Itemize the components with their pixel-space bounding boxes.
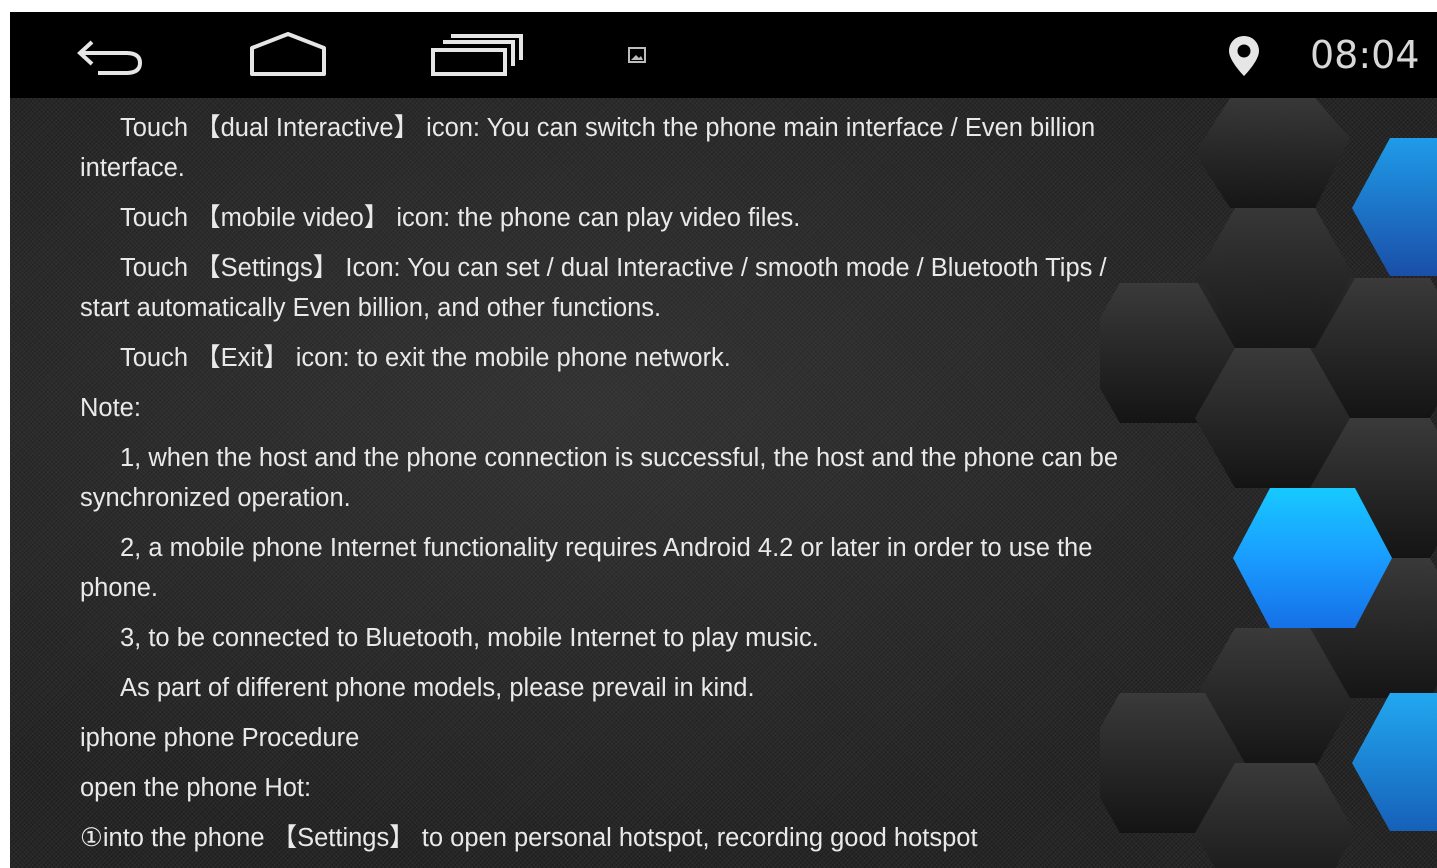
back-icon	[77, 40, 143, 75]
paragraph-dual-interactive: Touch 【dual Interactive】 icon: You can s…	[80, 114, 1096, 182]
iphone-procedure-heading: iphone phone Procedure	[80, 724, 360, 752]
recent-apps-button[interactable]	[418, 26, 528, 84]
navigation-bar: 08:04	[10, 12, 1437, 98]
paragraph-mobile-video: Touch 【mobile video】 icon: the phone can…	[120, 204, 801, 232]
note-disclaimer: As part of different phone models, pleas…	[120, 674, 755, 702]
note-item-2: 2, a mobile phone Internet functionality…	[80, 534, 1093, 602]
screen: 08:04 Touch 【dual Interactive】 icon: You…	[10, 12, 1437, 868]
instructions-text: Touch 【dual Interactive】 icon: You can s…	[80, 108, 1140, 868]
recent-apps-icon	[431, 34, 523, 76]
home-icon	[250, 32, 326, 76]
hexagon-background-decoration	[1100, 98, 1437, 868]
note-heading: Note:	[80, 394, 141, 422]
paragraph-settings: Touch 【Settings】 Icon: You can set / dua…	[80, 254, 1107, 322]
paragraph-exit: Touch 【Exit】 icon: to exit the mobile ph…	[120, 344, 731, 372]
status-time: 08:04	[1310, 33, 1420, 77]
location-icon	[1229, 36, 1259, 76]
note-item-3: 3, to be connected to Bluetooth, mobile …	[120, 624, 819, 652]
home-button[interactable]	[243, 26, 333, 84]
content-area[interactable]: Touch 【dual Interactive】 icon: You can s…	[10, 98, 1437, 868]
image-notification[interactable]	[622, 26, 652, 84]
back-button[interactable]	[65, 26, 155, 84]
open-hotspot-heading: open the phone Hot:	[80, 774, 312, 802]
hotspot-step-1: ①into the phone 【Settings】 to open perso…	[80, 824, 978, 852]
note-item-1: 1, when the host and the phone connectio…	[80, 444, 1119, 512]
image-notification-icon	[628, 47, 646, 63]
